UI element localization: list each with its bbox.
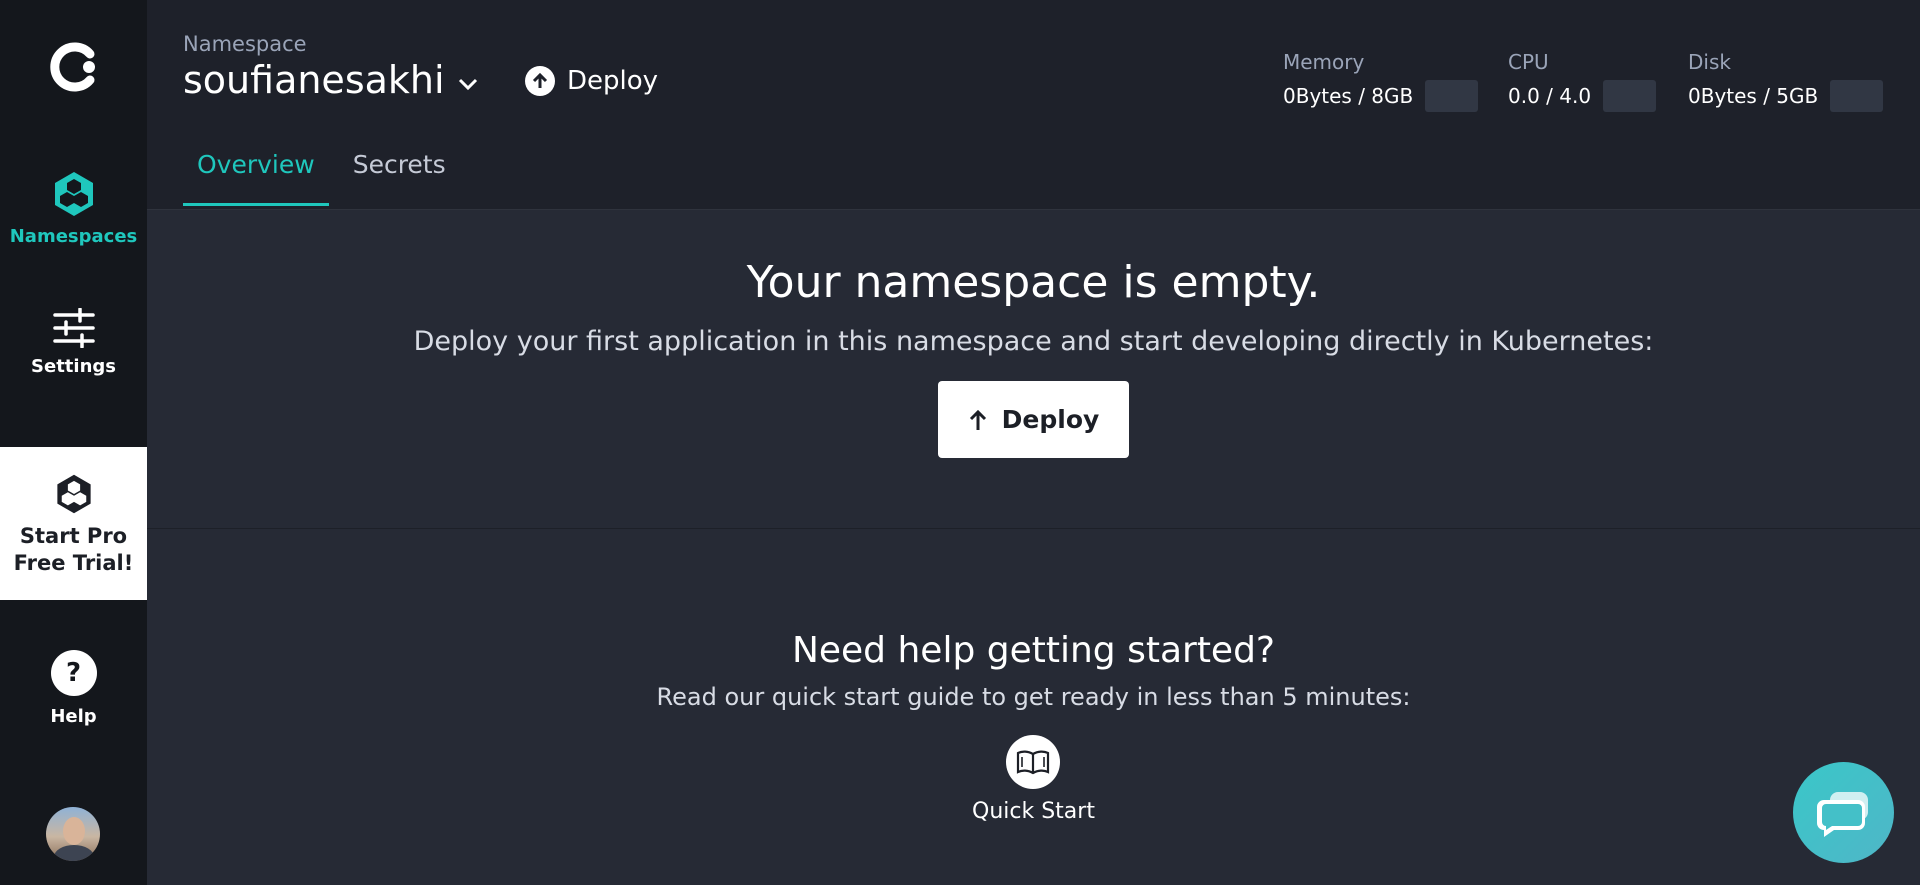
cpu-metric: CPU 0.0 / 4.0: [1508, 50, 1657, 112]
empty-state-section: Your namespace is empty. Deploy your fir…: [147, 211, 1920, 529]
trial-line-1: Start Pro: [19, 524, 128, 548]
help-section: Need help getting started? Read our quic…: [147, 530, 1920, 824]
header: Namespace soufianesakhi Deploy Memory 0B…: [147, 0, 1920, 210]
sidebar-item-label: Help: [50, 706, 97, 727]
sidebar-item-namespaces[interactable]: Namespaces: [0, 170, 147, 247]
tab-bar: Overview Secrets: [183, 150, 470, 206]
chat-button[interactable]: [1793, 762, 1894, 863]
cpu-usage-bar: [1603, 80, 1657, 112]
quick-start-label: Quick Start: [972, 799, 1095, 824]
cpu-label: CPU: [1508, 50, 1549, 74]
book-icon: [1006, 735, 1061, 789]
deploy-button-label: Deploy: [1001, 405, 1100, 434]
logo-icon[interactable]: [46, 40, 100, 94]
empty-state-description: Deploy your first application in this na…: [413, 326, 1654, 357]
sidebar-item-settings[interactable]: Settings: [0, 308, 147, 377]
avatar[interactable]: [46, 807, 100, 861]
quick-start-link[interactable]: Quick Start: [972, 735, 1095, 824]
memory-usage-bar: [1425, 80, 1479, 112]
hexagon-icon: [54, 172, 93, 216]
tab-overview[interactable]: Overview: [183, 150, 329, 206]
trial-line-2: Free Trial!: [13, 551, 134, 575]
deploy-button[interactable]: Deploy: [938, 381, 1129, 458]
cpu-value: 0.0 / 4.0: [1508, 84, 1592, 108]
arrow-up-icon: [525, 66, 555, 96]
empty-state-title: Your namespace is empty.: [746, 257, 1321, 308]
avatar-shirt: [54, 845, 94, 861]
sidebar: Namespaces Settings Start Pro Free Trial…: [0, 0, 147, 885]
chat-icon: [1816, 791, 1868, 837]
memory-value: 0Bytes / 8GB: [1283, 84, 1414, 108]
help-title: Need help getting started?: [791, 630, 1276, 671]
memory-label: Memory: [1283, 50, 1365, 74]
arrow-up-icon: [969, 409, 986, 430]
disk-metric: Disk 0Bytes / 5GB: [1688, 50, 1884, 112]
header-deploy-label: Deploy: [567, 66, 659, 96]
memory-metric: Memory 0Bytes / 8GB: [1283, 50, 1479, 112]
header-deploy-button[interactable]: Deploy: [525, 66, 658, 96]
hexagon-icon: [56, 474, 91, 514]
help-description: Read our quick start guide to get ready …: [656, 683, 1411, 711]
avatar-face: [63, 817, 85, 845]
disk-usage-bar: [1830, 80, 1884, 112]
sliders-icon: [52, 308, 95, 348]
disk-label: Disk: [1688, 50, 1731, 74]
namespace-selector[interactable]: soufianesakhi: [183, 58, 479, 102]
namespace-label: Namespace: [183, 32, 307, 56]
tab-secrets[interactable]: Secrets: [339, 150, 460, 206]
disk-value: 0Bytes / 5GB: [1688, 84, 1819, 108]
sidebar-item-label: Settings: [31, 356, 116, 377]
namespace-name: soufianesakhi: [183, 58, 445, 102]
help-icon: ?: [50, 650, 97, 696]
start-pro-trial-button[interactable]: Start Pro Free Trial!: [0, 447, 147, 600]
chevron-down-icon: [458, 78, 477, 91]
sidebar-item-help[interactable]: ? Help: [0, 650, 147, 727]
sidebar-item-label: Namespaces: [9, 226, 138, 247]
